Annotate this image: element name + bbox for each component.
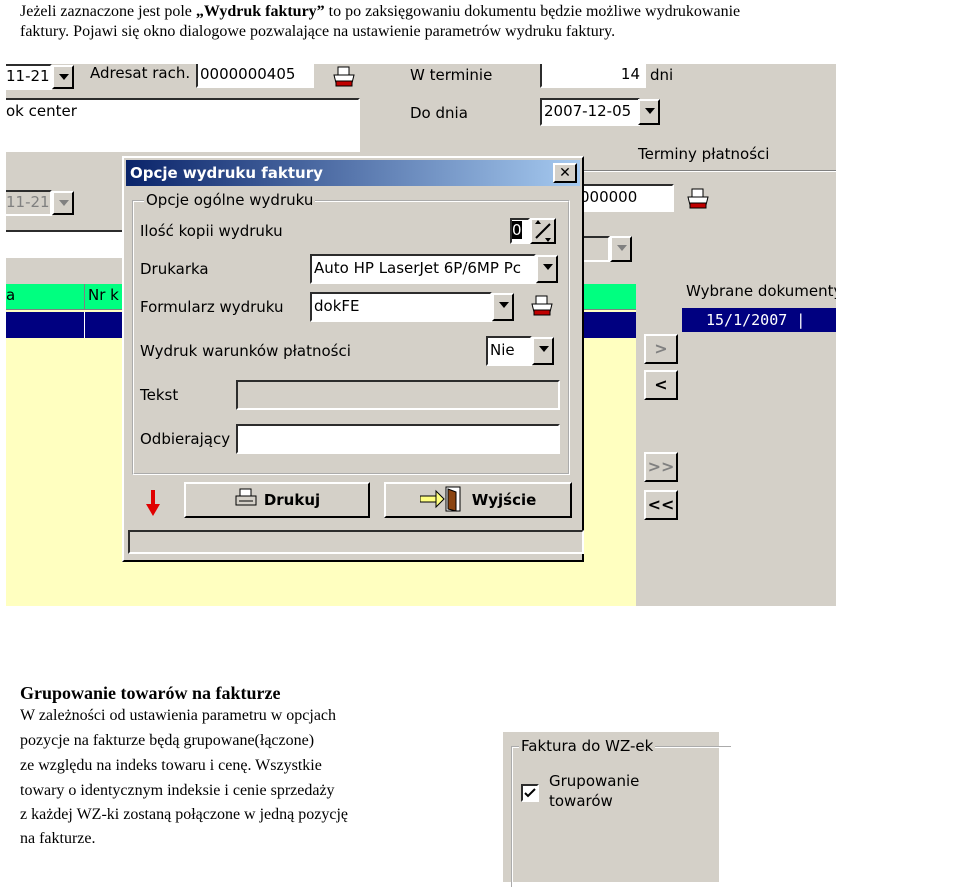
number-value: 000000 [580, 188, 638, 206]
w-terminie-value: 14 [620, 65, 640, 83]
paragraph-line: pozycje na fakturze będą grupowane(łączo… [20, 732, 315, 749]
copies-value: 0 [512, 221, 522, 239]
adresat-field[interactable]: 0000000405 [196, 64, 314, 88]
paragraph-line: towary o identycznym indeksie i cenie sp… [20, 782, 335, 799]
receiver-label: Odbierający [140, 430, 231, 448]
intro-line-2: faktury. Pojawi się okno dialogowe pozwa… [20, 23, 616, 40]
section-heading: Grupowanie towarów na fakturze [20, 683, 281, 703]
do-dnia-label: Do dnia [410, 104, 468, 122]
wybrane-label: Wybrane dokumenty [686, 282, 836, 300]
text-field [236, 380, 560, 410]
receiver-field[interactable] [236, 424, 560, 454]
print-options-dialog: Opcje wydruku faktury ✕ Opcje ogólne wyd… [122, 156, 584, 562]
print-button-label: Drukuj [263, 491, 321, 509]
close-button[interactable]: ✕ [553, 163, 577, 183]
payment-terms-dropdown-button[interactable] [532, 337, 554, 365]
w-terminie-label: W terminie [410, 66, 493, 84]
terminy-label: Terminy płatności [638, 145, 770, 163]
general-options-group: Opcje ogólne wydruku Ilość kopii wydruku… [132, 191, 570, 475]
checkmark-icon [524, 788, 536, 798]
invoice-wz-group-title: Faktura do WZ-ek [519, 737, 656, 755]
do-dnia-value: 2007-12-05 [544, 102, 632, 120]
paragraph-line: W zależności od ustawienia parametru w o… [20, 707, 337, 724]
copies-label: Ilość kopii wydruku [140, 222, 283, 240]
group-items-label-1: Grupowanie [549, 772, 640, 790]
date-field-1[interactable]: 11-21 [6, 64, 52, 90]
copies-spinner[interactable] [530, 218, 556, 244]
paragraph-line: na fakturze. [20, 830, 96, 847]
move-all-right-button[interactable]: >> [644, 452, 678, 482]
form-dropdown-button[interactable] [492, 293, 514, 321]
center-value: ok center [6, 102, 77, 120]
grid-row-divider [84, 312, 85, 338]
intro-text-c: to po zaksięgowaniu dokumentu będzie moż… [324, 3, 741, 20]
printer-label: Drukarka [140, 260, 209, 278]
dialog-status-bar [128, 530, 584, 554]
payment-terms-select[interactable]: Nie [486, 336, 532, 366]
exit-button-label: Wyjście [471, 491, 537, 509]
form-select[interactable]: dokFE [310, 292, 492, 322]
red-arrow-icon [146, 490, 160, 516]
spinner-icon [535, 220, 551, 242]
selected-docs-row[interactable]: 15/1/2007 | [682, 308, 836, 332]
date-dropdown-button-2 [52, 191, 74, 215]
form-value: dokFE [314, 297, 360, 315]
form-printer-icon[interactable] [530, 295, 554, 317]
paragraph-line: z każdej WZ-ki zostaną połączone w jedną… [20, 806, 348, 823]
copies-input[interactable]: 0 [510, 218, 530, 244]
move-left-button[interactable]: < [644, 370, 678, 400]
print-button[interactable]: Drukuj [184, 482, 370, 518]
printer-icon-2[interactable] [686, 188, 710, 210]
date-field-2-value: 11-21 [6, 193, 50, 211]
group-items-checkbox[interactable] [521, 784, 539, 802]
intro-text-bold: „Wydruk faktury” [195, 3, 325, 20]
invoice-screenshot: 11-21 Adresat rach. 0000000405 W termini… [6, 64, 836, 606]
center-field[interactable]: ok center [6, 98, 360, 152]
grid-column-divider [84, 284, 85, 310]
text-label: Tekst [140, 386, 179, 404]
intro-line-1: Jeżeli zaznaczone jest pole „Wydruk fakt… [20, 2, 740, 22]
dropdown-button-3 [610, 236, 632, 262]
general-options-title: Opcje ogólne wydruku [144, 191, 316, 209]
date-field-2: 11-21 [6, 190, 52, 216]
form-label: Formularz wydruku [140, 298, 284, 316]
payment-terms-label: Wydruk warunków płatności [140, 342, 351, 360]
printer-dropdown-button[interactable] [536, 255, 558, 283]
move-right-button[interactable]: > [644, 334, 678, 364]
intro-text-a: Jeżeli zaznaczone jest pole [20, 3, 196, 20]
w-terminie-field[interactable]: 14 [540, 64, 646, 88]
printer-select[interactable]: Auto HP LaserJet 6P/6MP Pc [310, 254, 536, 284]
do-dnia-field[interactable]: 2007-12-05 [540, 98, 640, 126]
exit-door-icon [419, 486, 461, 512]
grid-column-nr[interactable]: Nr k [88, 286, 119, 304]
payment-terms-value: Nie [490, 341, 515, 359]
dialog-title: Opcje wydruku faktury [130, 164, 323, 182]
paragraph-line: ze względu na indeks towaru i cenę. Wszy… [20, 757, 322, 774]
printer-value: Auto HP LaserJet 6P/6MP Pc [314, 259, 521, 277]
group-items-label-2: towarów [549, 792, 613, 810]
number-field[interactable]: 000000 [576, 184, 674, 212]
invoice-wz-group [511, 746, 731, 887]
date-field-1-value: 11-21 [6, 67, 50, 85]
dni-label: dni [650, 66, 674, 84]
do-dnia-dropdown-button[interactable] [638, 99, 660, 125]
grid-column-a[interactable]: a [6, 286, 15, 304]
adresat-label: Adresat rach. [90, 64, 191, 82]
dialog-titlebar: Opcje wydruku faktury ✕ [126, 160, 580, 186]
printer-icon[interactable] [332, 66, 356, 88]
move-all-left-button[interactable]: << [644, 490, 678, 520]
print-icon [235, 488, 257, 506]
date-dropdown-button-1[interactable] [52, 65, 74, 89]
invoice-wz-option-screenshot: Faktura do WZ-ek Grupowanie towarów [503, 732, 731, 887]
adresat-value: 0000000405 [200, 65, 296, 83]
exit-button[interactable]: Wyjście [384, 482, 572, 518]
close-icon: ✕ [559, 165, 571, 181]
